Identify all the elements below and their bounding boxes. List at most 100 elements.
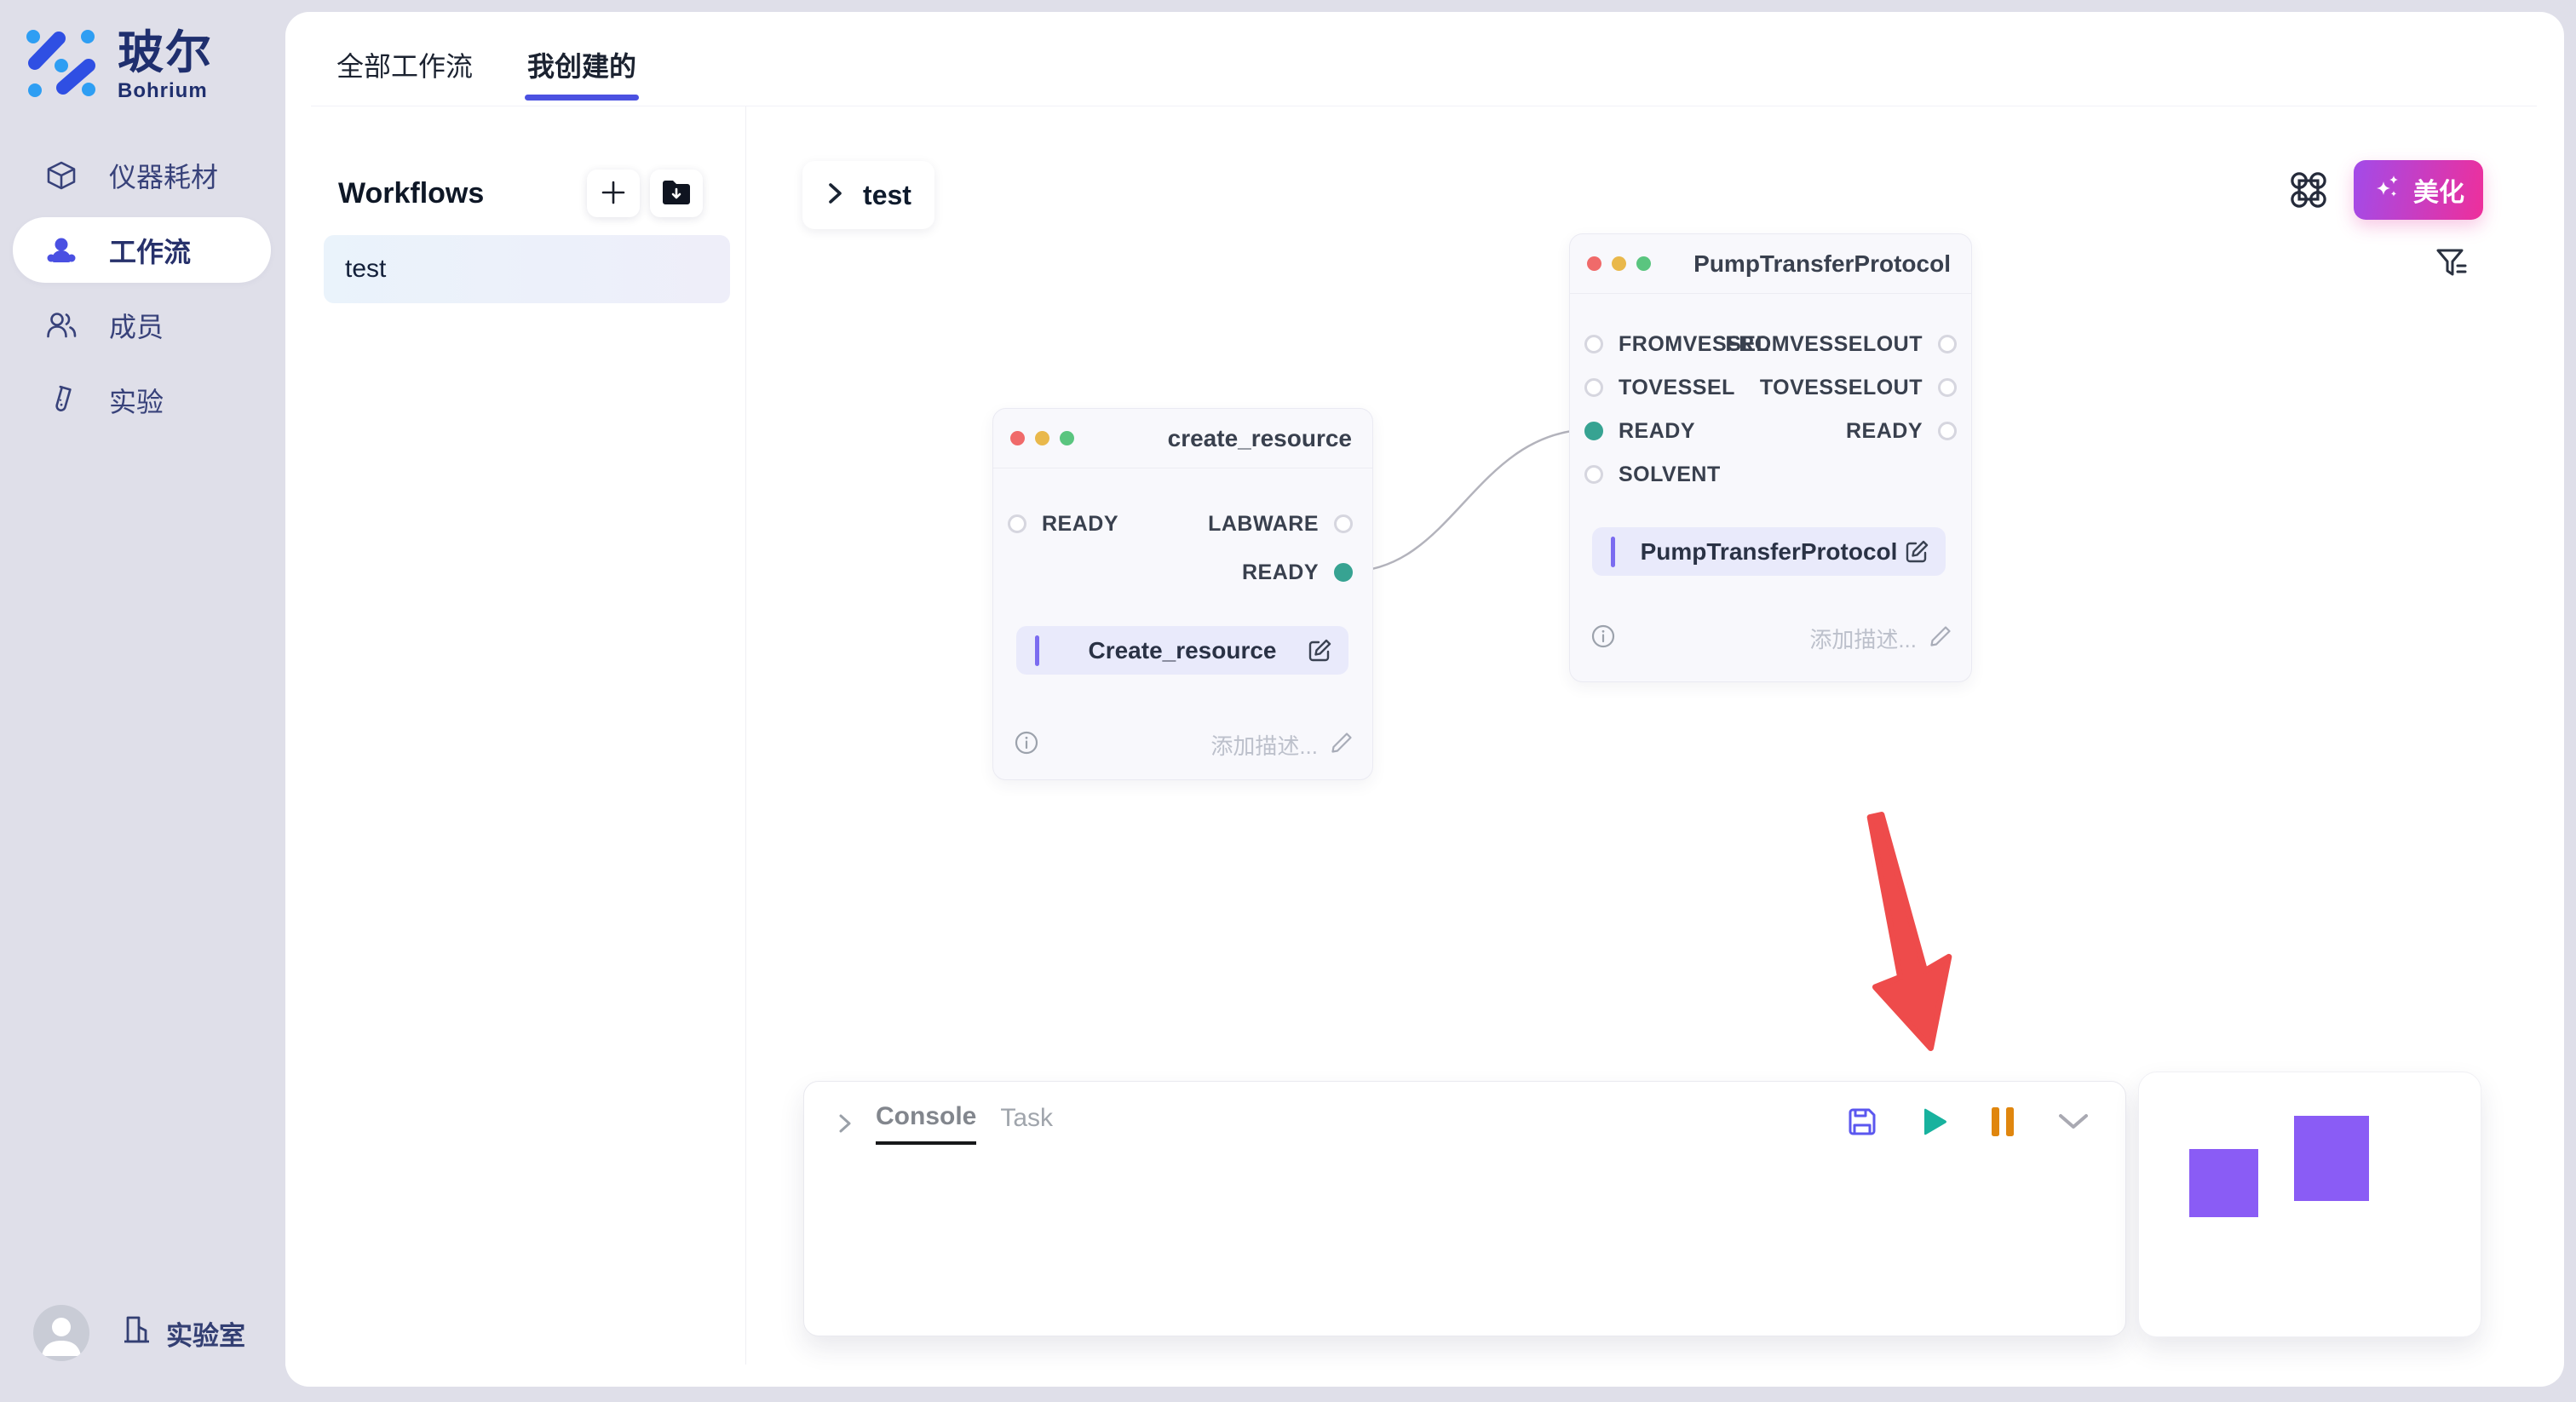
edit-icon[interactable]: [1306, 637, 1333, 664]
dot-yellow-icon: [1035, 431, 1049, 445]
breadcrumb-label: test: [863, 180, 911, 211]
port-circle[interactable]: [1584, 378, 1603, 397]
port-circle[interactable]: [1334, 514, 1353, 533]
port-circle[interactable]: [1584, 335, 1603, 353]
node-create-resource[interactable]: create_resource READY LABWARE READY Crea…: [992, 408, 1373, 780]
workspace-label: 实验室: [166, 1314, 245, 1353]
node-action-pill[interactable]: PumpTransferProtocol: [1592, 527, 1946, 576]
port-circle[interactable]: [1938, 378, 1957, 397]
output-port-tovesselout[interactable]: TOVESSELOUT: [1760, 375, 1957, 400]
text-cursor: [1611, 537, 1615, 567]
port-circle-connected[interactable]: [1584, 422, 1603, 440]
output-port-ready[interactable]: READY: [1846, 418, 1957, 444]
output-port-fromvesselout[interactable]: FROMVESSELOUT: [1725, 331, 1957, 357]
node-header: create_resource: [993, 409, 1372, 468]
beautify-button[interactable]: 美化: [2354, 160, 2483, 220]
traffic-dots: [1010, 431, 1074, 445]
edge-create-to-pump: [1350, 429, 1591, 572]
workflow-list-item-test[interactable]: test: [324, 235, 730, 303]
dot-yellow-icon: [1612, 256, 1626, 271]
filter-icon[interactable]: [2433, 244, 2472, 283]
port-circle[interactable]: [1584, 465, 1603, 484]
minimap-node: [2189, 1149, 2258, 1217]
avatar[interactable]: [33, 1305, 89, 1361]
port-circle-connected[interactable]: [1334, 563, 1353, 582]
sidebar: 玻尔 Bohrium 仪器耗材: [0, 0, 285, 1402]
node-pump-transfer-protocol[interactable]: PumpTransferProtocol FROMVESSEL TOVESSEL…: [1569, 233, 1972, 682]
minimap[interactable]: [2138, 1072, 2481, 1337]
brand-logo[interactable]: 玻尔 Bohrium: [26, 29, 213, 106]
panel-divider: [745, 106, 746, 1365]
run-icon[interactable]: [1918, 1106, 1950, 1142]
chevron-down-icon[interactable]: [2056, 1111, 2091, 1137]
sidebar-item-members[interactable]: 成员: [13, 292, 271, 358]
dot-green-icon: [1636, 256, 1651, 271]
minimap-node: [2294, 1116, 2369, 1201]
canvas-breadcrumb[interactable]: test: [802, 161, 934, 229]
box-icon: [44, 158, 78, 192]
port-circle[interactable]: [1938, 335, 1957, 353]
workspace-switcher[interactable]: 实验室: [120, 1313, 245, 1353]
main-content: 全部工作流 我创建的 Workflows: [285, 12, 2564, 1387]
dot-red-icon: [1010, 431, 1025, 445]
dot-green-icon: [1060, 431, 1074, 445]
console-actions: [1846, 1106, 2091, 1142]
sidebar-nav: 仪器耗材 工作流 成员: [13, 142, 271, 433]
input-port-solvent[interactable]: SOLVENT: [1584, 462, 1721, 487]
input-port-ready[interactable]: READY: [1584, 418, 1695, 444]
input-port-tovessel[interactable]: TOVESSEL: [1584, 375, 1735, 400]
team-icon: [44, 233, 78, 267]
header-tabbar: 全部工作流 我创建的: [285, 12, 2564, 106]
sidebar-item-instruments[interactable]: 仪器耗材: [13, 142, 271, 208]
node-title: create_resource: [1168, 425, 1352, 452]
node-action-pill[interactable]: Create_resource: [1016, 626, 1348, 675]
description-placeholder[interactable]: 添加描述...: [1210, 729, 1318, 761]
pause-icon[interactable]: [1989, 1106, 2016, 1142]
building-icon: [120, 1313, 152, 1353]
members-icon: [44, 308, 78, 342]
save-icon[interactable]: [1846, 1106, 1878, 1142]
tab-all-workflows[interactable]: 全部工作流: [336, 24, 473, 106]
edit-icon[interactable]: [1903, 538, 1930, 566]
add-workflow-button[interactable]: [587, 170, 640, 217]
sidebar-item-label: 仪器耗材: [109, 156, 218, 195]
command-icon[interactable]: [2288, 170, 2329, 210]
text-cursor: [1035, 635, 1039, 666]
chevron-right-icon[interactable]: [833, 1112, 855, 1135]
beautify-label: 美化: [2413, 171, 2464, 209]
sidebar-item-experiment[interactable]: 实验: [13, 367, 271, 433]
workflows-panel-title: Workflows: [338, 177, 484, 210]
chevron-right-icon: [825, 179, 844, 212]
annotation-arrow-red: [1839, 807, 1967, 1057]
plus-icon: [599, 178, 628, 210]
folder-download-icon: [660, 178, 693, 210]
sidebar-item-workflow[interactable]: 工作流: [13, 217, 271, 283]
info-icon[interactable]: [1014, 730, 1039, 760]
console-panel: Console Task: [803, 1081, 2126, 1336]
node-footer: 添加描述...: [1014, 729, 1354, 761]
experiment-icon: [44, 383, 78, 417]
info-icon[interactable]: [1590, 623, 1616, 653]
port-circle[interactable]: [1938, 422, 1957, 440]
output-port-ready[interactable]: READY: [1242, 560, 1353, 585]
console-header: Console Task: [804, 1082, 2125, 1145]
sidebar-item-label: 工作流: [109, 231, 191, 270]
node-footer: 添加描述...: [1590, 623, 1952, 654]
console-tabs: Console Task: [876, 1102, 1053, 1145]
bohrium-logo-icon: [26, 29, 104, 106]
task-tab[interactable]: Task: [1000, 1104, 1053, 1143]
port-circle[interactable]: [1008, 514, 1026, 533]
pencil-icon[interactable]: [1330, 731, 1354, 759]
output-port-labware[interactable]: LABWARE: [1208, 511, 1353, 537]
sidebar-item-label: 成员: [109, 306, 164, 345]
tab-my-created[interactable]: 我创建的: [527, 24, 636, 106]
description-placeholder[interactable]: 添加描述...: [1809, 623, 1917, 654]
import-folder-button[interactable]: [650, 170, 703, 217]
console-tab[interactable]: Console: [876, 1102, 976, 1145]
brand-name-en: Bohrium: [118, 79, 213, 103]
traffic-dots: [1587, 256, 1651, 271]
sparkles-icon: [2372, 171, 2403, 209]
pencil-icon[interactable]: [1929, 624, 1952, 652]
dot-red-icon: [1587, 256, 1601, 271]
input-port-ready[interactable]: READY: [1008, 511, 1118, 537]
